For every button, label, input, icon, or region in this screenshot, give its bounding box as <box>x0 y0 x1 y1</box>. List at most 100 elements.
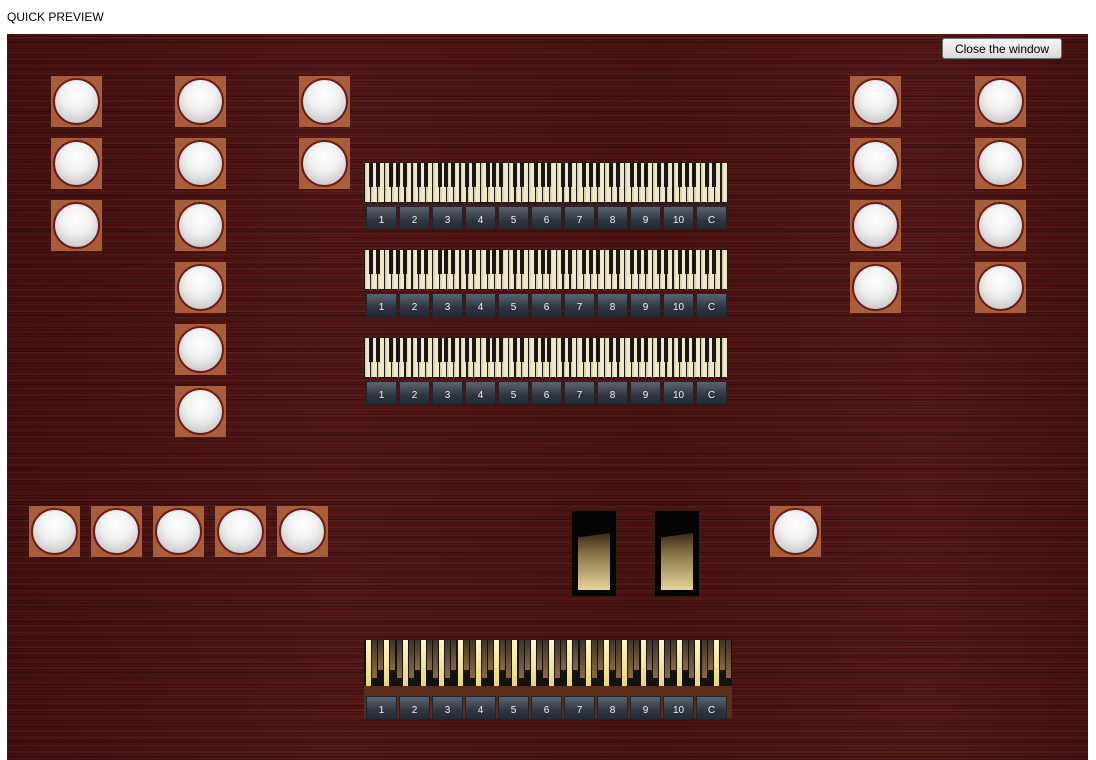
combination-piston[interactable]: 8 <box>597 293 628 317</box>
drawstop-knob[interactable] <box>770 506 821 557</box>
black-key[interactable] <box>616 163 621 187</box>
black-key[interactable] <box>437 163 442 187</box>
black-key[interactable] <box>705 163 710 187</box>
black-key[interactable] <box>403 250 408 274</box>
pedal-key[interactable] <box>652 640 658 678</box>
pedal-key[interactable] <box>634 640 640 670</box>
pedal-key[interactable] <box>689 640 695 678</box>
black-key[interactable] <box>595 163 600 187</box>
pedal-key[interactable] <box>603 640 609 686</box>
black-key[interactable] <box>444 250 449 274</box>
pedal-key[interactable] <box>494 640 500 686</box>
pedal-key[interactable] <box>506 640 512 678</box>
black-key[interactable] <box>705 338 710 362</box>
black-key[interactable] <box>368 250 373 274</box>
black-key[interactable] <box>684 250 689 274</box>
pedal-piston[interactable]: 3 <box>432 696 463 720</box>
black-key[interactable] <box>465 250 470 274</box>
pedal-key[interactable] <box>701 640 707 678</box>
combination-piston[interactable]: 9 <box>630 381 661 405</box>
combination-piston[interactable]: 7 <box>564 381 595 405</box>
pedal-key[interactable] <box>427 640 432 670</box>
black-key[interactable] <box>568 163 573 187</box>
drawstop-knob[interactable] <box>175 138 226 189</box>
combination-piston[interactable]: 1 <box>366 293 397 317</box>
black-key[interactable] <box>423 163 428 187</box>
pedal-key[interactable] <box>439 640 445 686</box>
combination-piston[interactable]: 6 <box>531 381 562 405</box>
drawstop-knob[interactable] <box>215 506 266 557</box>
pedal-piston[interactable]: 6 <box>531 696 562 720</box>
combination-piston[interactable]: 1 <box>366 206 397 230</box>
black-key[interactable] <box>403 338 408 362</box>
black-key[interactable] <box>485 338 490 362</box>
black-key[interactable] <box>533 250 538 274</box>
black-key[interactable] <box>533 163 538 187</box>
black-key[interactable] <box>540 163 545 187</box>
black-key[interactable] <box>403 163 408 187</box>
black-key[interactable] <box>471 338 476 362</box>
pedal-key[interactable] <box>549 640 554 686</box>
black-key[interactable] <box>636 338 641 362</box>
black-key[interactable] <box>636 250 641 274</box>
black-key[interactable] <box>465 163 470 187</box>
drawstop-knob[interactable] <box>850 76 901 127</box>
drawstop-knob[interactable] <box>850 200 901 251</box>
black-key[interactable] <box>609 163 614 187</box>
combination-piston[interactable]: 2 <box>399 293 430 317</box>
black-key[interactable] <box>492 250 497 274</box>
pedal-key[interactable] <box>622 640 628 686</box>
black-key[interactable] <box>561 163 566 187</box>
drawstop-knob[interactable] <box>29 506 80 557</box>
black-key[interactable] <box>416 338 421 362</box>
black-key[interactable] <box>677 163 682 187</box>
combination-piston[interactable]: 9 <box>630 206 661 230</box>
expression-pedal-1[interactable] <box>571 510 617 597</box>
pedal-key[interactable] <box>445 640 451 678</box>
black-key[interactable] <box>540 338 545 362</box>
combination-piston[interactable]: 4 <box>465 293 496 317</box>
pedal-key[interactable] <box>372 640 378 678</box>
black-key[interactable] <box>533 338 538 362</box>
black-key[interactable] <box>561 250 566 274</box>
pedal-key[interactable] <box>512 640 518 686</box>
combination-piston[interactable]: 10 <box>663 381 694 405</box>
drawstop-knob[interactable] <box>975 138 1026 189</box>
black-key[interactable] <box>396 338 401 362</box>
drawstop-knob[interactable] <box>850 262 901 313</box>
pedal-key[interactable] <box>524 640 530 670</box>
drawstop-knob[interactable] <box>51 76 102 127</box>
pedal-key[interactable] <box>433 640 439 678</box>
black-key[interactable] <box>471 250 476 274</box>
pedal-piston[interactable]: 4 <box>465 696 496 720</box>
pedal-key[interactable] <box>414 640 420 670</box>
combination-piston[interactable]: 2 <box>399 381 430 405</box>
black-key[interactable] <box>588 163 593 187</box>
drawstop-knob[interactable] <box>175 200 226 251</box>
black-key[interactable] <box>389 163 394 187</box>
black-key[interactable] <box>444 338 449 362</box>
white-key[interactable] <box>721 338 728 377</box>
black-key[interactable] <box>643 338 648 362</box>
black-key[interactable] <box>629 338 634 362</box>
black-key[interactable] <box>643 250 648 274</box>
pedal-key[interactable] <box>640 640 646 686</box>
pedal-piston[interactable]: 2 <box>399 696 430 720</box>
combination-piston[interactable]: 5 <box>498 206 529 230</box>
pedal-key[interactable] <box>725 640 731 678</box>
black-key[interactable] <box>712 163 717 187</box>
black-key[interactable] <box>389 338 394 362</box>
black-key[interactable] <box>643 163 648 187</box>
drawstop-knob[interactable] <box>175 262 226 313</box>
pedal-key[interactable] <box>542 640 548 678</box>
pedal-key[interactable] <box>402 640 408 686</box>
pedal-key[interactable] <box>457 640 463 686</box>
pedal-key[interactable] <box>573 640 579 670</box>
pedal-key[interactable] <box>530 640 536 686</box>
drawstop-knob[interactable] <box>975 200 1026 251</box>
black-key[interactable] <box>561 338 566 362</box>
black-key[interactable] <box>416 163 421 187</box>
pedal-key[interactable] <box>585 640 591 686</box>
close-window-button[interactable]: Close the window <box>942 38 1062 59</box>
pedal-piston[interactable]: 9 <box>630 696 661 720</box>
